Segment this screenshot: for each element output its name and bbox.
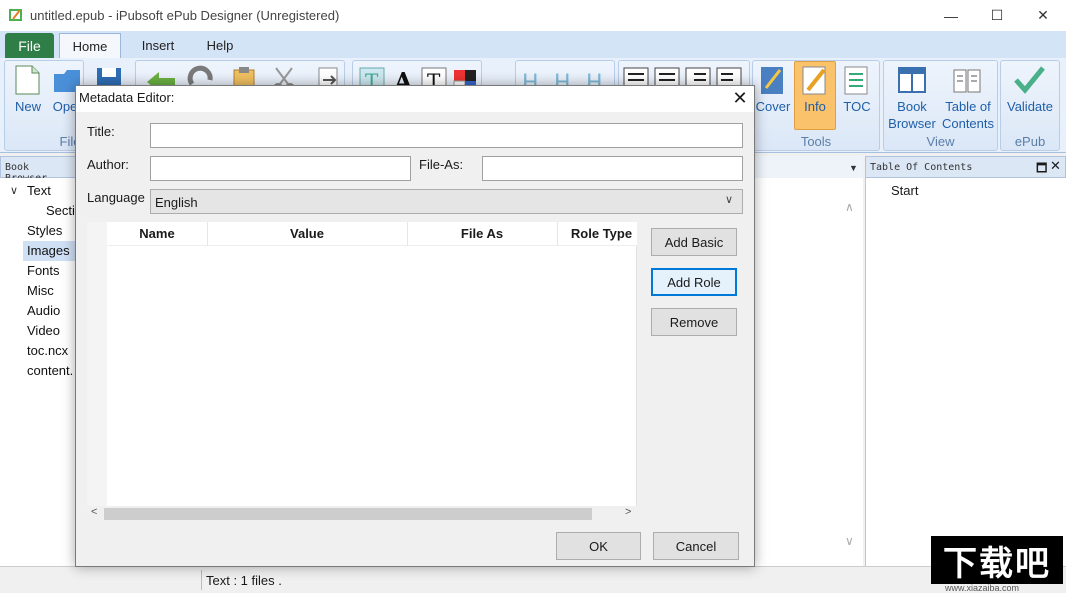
scroll-right-icon[interactable]: > [625,506,631,518]
status-bar [0,566,1066,593]
book-browser-button[interactable]: Book Browser [886,98,938,132]
info-icon [800,64,830,96]
chevron-down-icon[interactable]: ∨ [725,193,733,206]
file-as-input[interactable] [482,156,743,181]
new-file-icon [12,64,42,96]
toc-icon [842,64,872,96]
ribbon-group-label-tools: Tools [752,134,880,149]
maximize-button[interactable]: ☐ [974,0,1020,31]
tree-item-images[interactable]: Images [27,243,70,258]
tree-item-fonts[interactable]: Fonts [27,263,60,278]
tree-item-misc[interactable]: Misc [27,283,54,298]
tab-home[interactable]: Home [59,33,121,58]
book-browser-header: Book Browser [0,156,76,178]
tree-item-styles[interactable]: Styles [27,223,62,238]
remove-button[interactable]: Remove [651,308,737,336]
app-icon [8,7,24,23]
column-header-file-as[interactable]: File As [407,226,557,241]
new-button[interactable]: New [8,98,48,115]
scroll-left-icon[interactable]: < [91,506,97,518]
validate-button[interactable]: Validate [1002,98,1058,115]
title-label: Title: [87,124,115,139]
ribbon-group-label-epub: ePub [1000,134,1060,149]
editor-area[interactable] [755,178,863,566]
author-input[interactable] [150,156,411,181]
language-label: Language [87,190,145,205]
author-label: Author: [87,157,129,172]
close-button[interactable]: ✕ [1020,0,1066,31]
file-as-label: File-As: [419,157,463,172]
tree-item-text[interactable]: Text [27,183,51,198]
cover-button[interactable]: Cover [752,98,794,115]
book-browser-icon [897,64,927,96]
dialog-close-icon[interactable]: ✕ [728,86,752,110]
toc-panel [865,178,1066,566]
column-header-role-type[interactable]: Role Type [566,226,637,241]
tab-insert[interactable]: Insert [128,33,188,58]
editor-tab-strip [755,156,863,178]
file-menu-button[interactable]: File [5,33,54,58]
add-role-button[interactable]: Add Role [651,268,737,296]
status-divider [201,570,202,590]
tree-item-toc-ncx[interactable]: toc.ncx [27,343,68,358]
tab-help[interactable]: Help [192,33,248,58]
toc-button[interactable]: TOC [836,98,878,115]
toc-item-start[interactable]: Start [891,183,918,198]
cancel-button[interactable]: Cancel [653,532,739,560]
status-text: Text : 1 files . [206,573,282,588]
cover-icon [758,64,788,96]
info-button[interactable]: Info [794,98,836,115]
dropdown-arrow-icon[interactable]: ▼ [849,163,858,173]
scroll-up-icon[interactable]: ∧ [845,200,854,214]
ribbon-group-label-view: View [883,134,998,149]
tree-item-section[interactable]: Secti [46,203,75,218]
column-divider [557,222,558,246]
table-of-contents-icon [952,64,982,96]
watermark-url: www.xiazaiba.com [945,583,1019,593]
chevron-down-icon[interactable]: ∨ [10,184,18,197]
scrollbar-thumb[interactable] [104,508,592,520]
window-title: untitled.epub - iPubsoft ePub Designer (… [30,8,339,23]
watermark-logo: 下载吧 [931,536,1063,584]
column-header-name[interactable]: Name [107,226,207,241]
language-select[interactable]: English [150,189,743,214]
dialog-title-bar [76,86,754,112]
title-input[interactable] [150,123,743,148]
restore-panel-icon[interactable]: 🗖 [1036,159,1047,180]
dialog-title: Metadata Editor: [79,90,174,105]
close-panel-icon[interactable]: ✕ [1050,158,1061,174]
tree-item-audio[interactable]: Audio [27,303,60,318]
table-of-contents-button[interactable]: Table of Contents [940,98,996,132]
ok-button[interactable]: OK [556,532,641,560]
scroll-down-icon[interactable]: ∨ [845,534,854,548]
tree-item-content-opf[interactable]: content. [27,363,73,378]
minimize-button[interactable]: — [928,0,974,31]
validate-icon [1013,64,1043,96]
metadata-table[interactable] [87,222,637,522]
column-header-value[interactable]: Value [207,226,407,241]
table-row-header-column [87,222,107,506]
tree-item-video[interactable]: Video [27,323,60,338]
add-basic-button[interactable]: Add Basic [651,228,737,256]
